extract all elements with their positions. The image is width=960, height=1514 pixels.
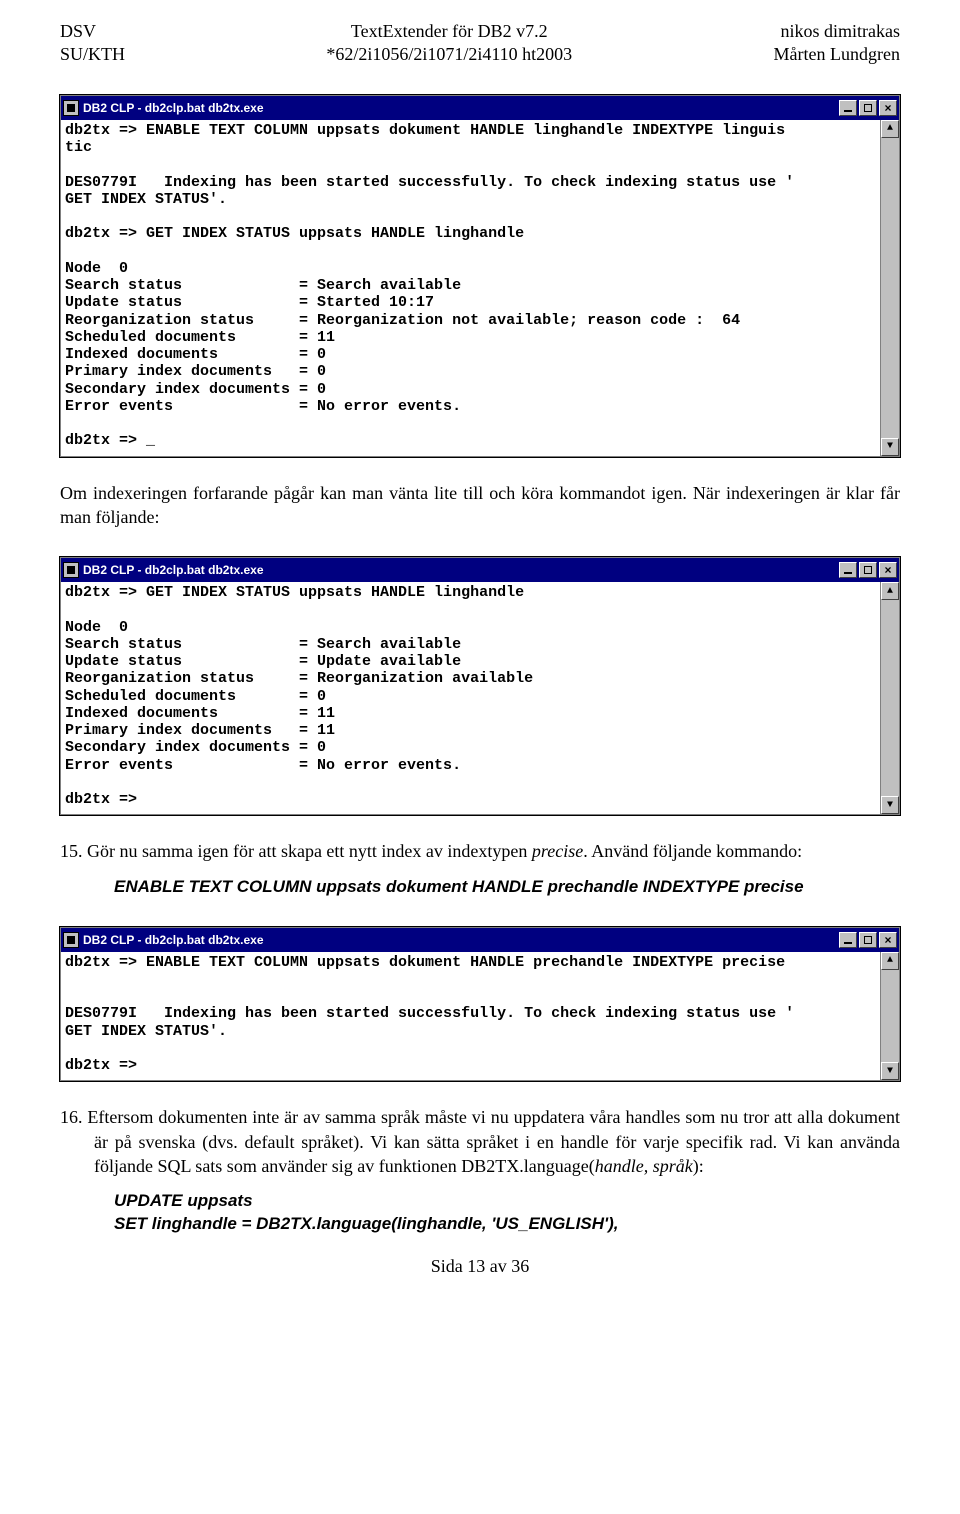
console-title: DB2 CLP - db2clp.bat db2tx.exe — [83, 101, 839, 115]
close-button[interactable]: × — [879, 562, 897, 578]
command-block-1: ENABLE TEXT COLUMN uppsats dokument HAND… — [114, 876, 900, 899]
scroll-up-icon[interactable]: ▲ — [881, 582, 899, 600]
header-center: TextExtender för DB2 v7.2 *62/2i1056/2i1… — [326, 20, 572, 67]
command-block-2: UPDATE uppsats SET linghandle = DB2TX.la… — [114, 1190, 900, 1236]
console-titlebar: DB2 CLP - db2clp.bat db2tx.exe × — [61, 558, 899, 582]
console-output: db2tx => GET INDEX STATUS uppsats HANDLE… — [61, 582, 880, 814]
minimize-button[interactable] — [839, 932, 857, 948]
console-window-3: DB2 CLP - db2clp.bat db2tx.exe × db2tx =… — [60, 927, 900, 1082]
item16-text-b: ): — [693, 1156, 704, 1176]
list-item-15: 15. Gör nu samma igen för att skapa ett … — [60, 839, 900, 863]
page-footer: Sida 13 av 36 — [60, 1256, 900, 1277]
item16-args: handle, språk — [595, 1156, 693, 1176]
item15-emphasis: precise — [532, 841, 583, 861]
scroll-down-icon[interactable]: ▼ — [881, 796, 899, 814]
cmd-icon — [63, 562, 79, 578]
cmd2-line1: UPDATE uppsats — [114, 1190, 900, 1213]
console-titlebar: DB2 CLP - db2clp.bat db2tx.exe × — [61, 96, 899, 120]
maximize-button[interactable] — [859, 562, 877, 578]
console-window-2: DB2 CLP - db2clp.bat db2tx.exe × db2tx =… — [60, 557, 900, 815]
cmd-icon — [63, 932, 79, 948]
console-output: db2tx => ENABLE TEXT COLUMN uppsats doku… — [61, 120, 880, 456]
item16-text-a: 16. Eftersom dokumenten inte är av samma… — [60, 1107, 900, 1176]
console-title: DB2 CLP - db2clp.bat db2tx.exe — [83, 933, 839, 947]
scrollbar[interactable]: ▲ ▼ — [880, 582, 899, 814]
scroll-up-icon[interactable]: ▲ — [881, 120, 899, 138]
cmd-icon — [63, 100, 79, 116]
close-button[interactable]: × — [879, 932, 897, 948]
page-header: DSV SU/KTH TextExtender för DB2 v7.2 *62… — [60, 20, 900, 67]
header-center-1: TextExtender för DB2 v7.2 — [326, 20, 572, 43]
minimize-button[interactable] — [839, 562, 857, 578]
console-titlebar: DB2 CLP - db2clp.bat db2tx.exe × — [61, 928, 899, 952]
header-right-1: nikos dimitrakas — [774, 20, 900, 43]
scroll-up-icon[interactable]: ▲ — [881, 952, 899, 970]
header-right: nikos dimitrakas Mårten Lundgren — [774, 20, 900, 67]
header-center-2: *62/2i1056/2i1071/2i4110 ht2003 — [326, 43, 572, 66]
maximize-button[interactable] — [859, 100, 877, 116]
scroll-down-icon[interactable]: ▼ — [881, 438, 899, 456]
item15-text-b: . Använd följande kommando: — [583, 841, 802, 861]
paragraph-1: Om indexeringen forfarande pågår kan man… — [60, 481, 900, 530]
close-button[interactable]: × — [879, 100, 897, 116]
item15-text-a: 15. Gör nu samma igen för att skapa ett … — [60, 841, 532, 861]
console-output: db2tx => ENABLE TEXT COLUMN uppsats doku… — [61, 952, 880, 1081]
console-window-1: DB2 CLP - db2clp.bat db2tx.exe × db2tx =… — [60, 95, 900, 457]
header-left: DSV SU/KTH — [60, 20, 125, 67]
maximize-button[interactable] — [859, 932, 877, 948]
scroll-down-icon[interactable]: ▼ — [881, 1062, 899, 1080]
header-right-2: Mårten Lundgren — [774, 43, 900, 66]
list-item-16: 16. Eftersom dokumenten inte är av samma… — [60, 1105, 900, 1178]
scrollbar[interactable]: ▲ ▼ — [880, 952, 899, 1081]
cmd2-line2: SET linghandle = DB2TX.language(linghand… — [114, 1213, 900, 1236]
console-title: DB2 CLP - db2clp.bat db2tx.exe — [83, 563, 839, 577]
minimize-button[interactable] — [839, 100, 857, 116]
header-left-2: SU/KTH — [60, 43, 125, 66]
header-left-1: DSV — [60, 20, 125, 43]
scrollbar[interactable]: ▲ ▼ — [880, 120, 899, 456]
